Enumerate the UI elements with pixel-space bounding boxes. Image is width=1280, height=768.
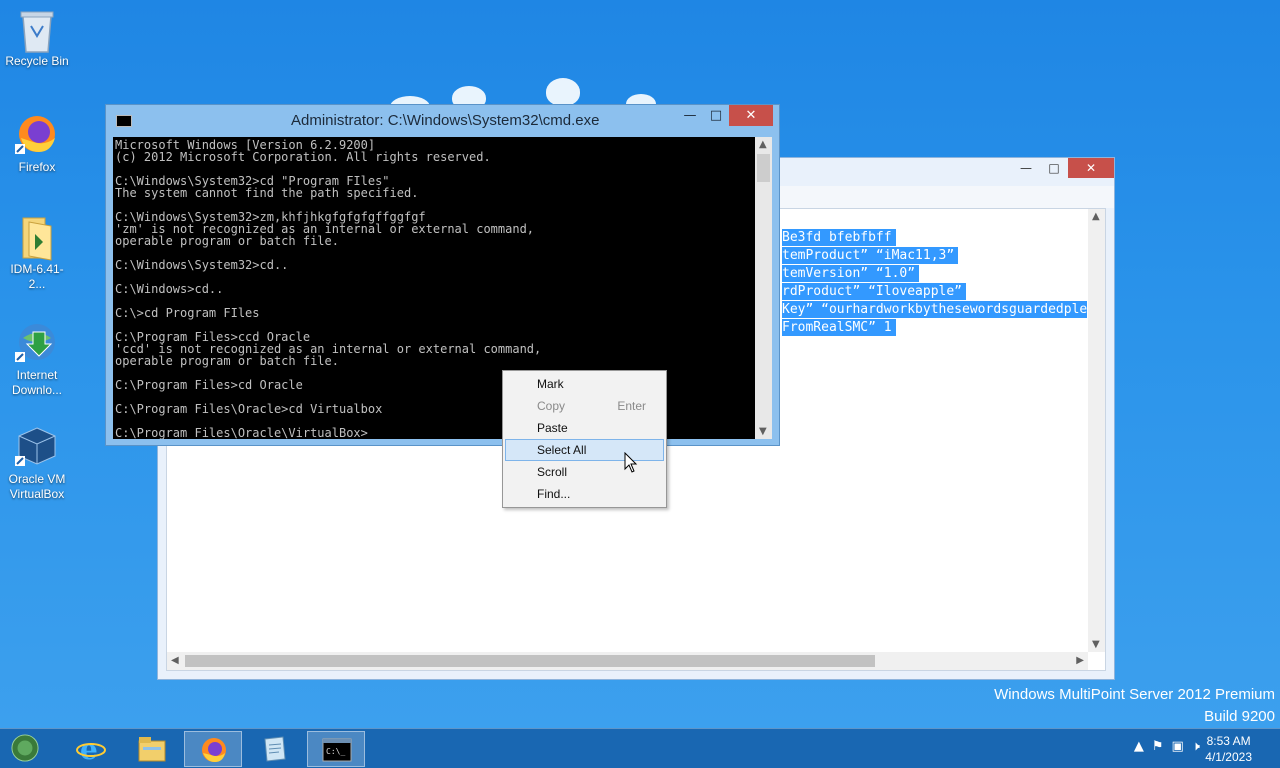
menu-item-find[interactable]: Find...: [505, 483, 664, 505]
maximize-button[interactable]: □: [703, 105, 729, 126]
console-scroll-thumb[interactable]: [757, 154, 770, 182]
folder-icon: [15, 214, 59, 261]
horizontal-scroll-thumb[interactable]: [185, 655, 875, 667]
start-button[interactable]: [0, 731, 56, 767]
network-icon[interactable]: ▣: [1172, 739, 1184, 754]
scroll-down-arrow-icon[interactable]: ▼: [1092, 639, 1100, 650]
console-line: C:\>cd Program FIles: [115, 306, 260, 320]
menu-item-label: Mark: [537, 377, 564, 391]
desktop-icon-firefox[interactable]: Firefox: [2, 112, 72, 175]
console-vertical-scrollbar[interactable]: ▲ ▼: [755, 137, 772, 439]
start-orb-icon: [11, 734, 39, 762]
file-explorer-icon: [138, 737, 166, 762]
menu-item-shortcut: Enter: [617, 399, 646, 413]
console-line: C:\Windows>cd..: [115, 282, 224, 296]
desktop-icon-internet-download-manager[interactable]: Internet Downlo...: [2, 320, 72, 398]
cmd-titlebar[interactable]: Administrator: C:\Windows\System32\cmd.e…: [106, 105, 779, 137]
show-hidden-icons-chevron-icon[interactable]: ▲: [1134, 739, 1144, 754]
desktop-icon-label-line2: Downlo...: [11, 383, 63, 397]
menu-item-label: Paste: [537, 421, 568, 435]
menu-item-select-all[interactable]: Select All: [505, 439, 664, 461]
idm-globe-icon: [15, 320, 59, 364]
console-line: C:\Windows\System32>cd..: [115, 258, 289, 272]
desktop-icon-label-line2: VirtualBox: [9, 487, 65, 501]
watermark-edition: Windows MultiPoint Server 2012 Premium: [994, 686, 1275, 703]
selected-text-line: Be3fd bfebfbff: [782, 229, 896, 246]
taskbar-notepad[interactable]: [245, 731, 303, 767]
desktop-icon-oracle-virtualbox[interactable]: Oracle VM VirtualBox: [2, 424, 72, 502]
clock-time: 8:53 AM: [1206, 734, 1251, 748]
taskbar-command-prompt[interactable]: C:\_: [307, 731, 365, 767]
menu-item-label: Scroll: [537, 465, 568, 479]
selected-text-line: Key” “ourhardworkbythesewordsguardedple: [782, 301, 1087, 318]
scroll-up-arrow-icon[interactable]: ▲: [1092, 211, 1100, 222]
os-watermark: Windows MultiPoint Server 2012 Premium B…: [994, 684, 1275, 728]
console-line: operable program or batch file.: [115, 354, 339, 368]
virtualbox-icon: [15, 424, 59, 468]
firefox-icon: [202, 738, 226, 762]
minimize-button[interactable]: —: [1012, 158, 1040, 178]
volume-muted-icon[interactable]: 🕨: [1192, 739, 1200, 754]
horizontal-scrollbar[interactable]: ◀ ▶: [167, 652, 1088, 670]
action-center-flag-icon[interactable]: ⚑: [1152, 739, 1164, 754]
menu-item-label: Copy: [537, 399, 566, 413]
command-prompt-icon: C:\_: [322, 738, 352, 762]
desktop-icon-recycle-bin[interactable]: Recycle Bin: [2, 6, 72, 69]
close-button[interactable]: ✕: [1068, 158, 1114, 178]
cmd-window[interactable]: Administrator: C:\Windows\System32\cmd.e…: [105, 104, 780, 446]
clock-date: 4/1/2023: [1205, 750, 1252, 764]
selected-text-line: temProduct” “iMac11,3”: [782, 247, 959, 264]
scroll-left-arrow-icon[interactable]: ◀: [171, 655, 179, 666]
console-line: operable program or batch file.: [115, 234, 339, 248]
selected-text-line: rdProduct” “Iloveapple”: [782, 283, 967, 300]
taskbar-internet-explorer[interactable]: e: [62, 731, 120, 767]
scroll-right-arrow-icon[interactable]: ▶: [1076, 655, 1084, 666]
taskbar-firefox[interactable]: [184, 731, 242, 767]
desktop-icon-label: Recycle Bin: [5, 54, 69, 68]
menu-item-label: Find...: [537, 487, 571, 501]
svg-text:C:\_: C:\_: [326, 747, 345, 756]
close-button[interactable]: ✕: [729, 105, 773, 126]
taskbar: e C:\_ ▲ ⚑ ▣ 🕨 8:53 AM 4/1/2023: [0, 728, 1280, 768]
taskbar-file-explorer[interactable]: [123, 731, 181, 767]
desktop-icon-label: IDM-6.41-2...: [10, 262, 64, 291]
console-line: (c) 2012 Microsoft Corporation. All righ…: [115, 150, 491, 164]
watermark-build: Build 9200: [1204, 708, 1275, 725]
maximize-button[interactable]: □: [1040, 158, 1068, 178]
recycle-bin-icon: [15, 6, 59, 53]
menu-item-copy[interactable]: Copy Enter: [505, 395, 664, 417]
vertical-scrollbar[interactable]: ▲ ▼: [1088, 209, 1105, 652]
scroll-down-arrow-icon[interactable]: ▼: [759, 426, 767, 437]
notepad-icon: [264, 736, 286, 762]
cmd-system-icon[interactable]: [116, 115, 132, 127]
minimize-button[interactable]: —: [677, 105, 703, 126]
system-tray: ▲ ⚑ ▣ 🕨: [1134, 739, 1200, 754]
desktop-icon-label: Firefox: [18, 160, 56, 174]
wallpaper-shape: [546, 78, 580, 106]
cmd-window-title: Administrator: C:\Windows\System32\cmd.e…: [291, 112, 600, 129]
svg-text:e: e: [80, 735, 98, 763]
menu-item-label: Select All: [537, 443, 587, 457]
desktop-icon-idm-folder[interactable]: IDM-6.41-2...: [2, 214, 72, 292]
desktop-icon-label: Oracle VM: [8, 472, 66, 486]
internet-explorer-icon: e: [76, 735, 106, 763]
selected-text-line: temVersion” “1.0”: [782, 265, 920, 282]
console-context-menu: Mark Copy Enter Paste Select All Scroll F…: [502, 370, 667, 508]
taskbar-clock[interactable]: 8:53 AM 4/1/2023: [1205, 733, 1252, 765]
menu-item-scroll[interactable]: Scroll: [505, 461, 664, 483]
scroll-up-arrow-icon[interactable]: ▲: [759, 139, 767, 150]
firefox-icon: [15, 112, 59, 156]
desktop-icon-label: Internet: [16, 368, 58, 382]
menu-item-mark[interactable]: Mark: [505, 373, 664, 395]
console-line: The system cannot find the path specifie…: [115, 186, 419, 200]
menu-item-paste[interactable]: Paste: [505, 417, 664, 439]
selected-text-line: FromRealSMC” 1: [782, 319, 896, 336]
